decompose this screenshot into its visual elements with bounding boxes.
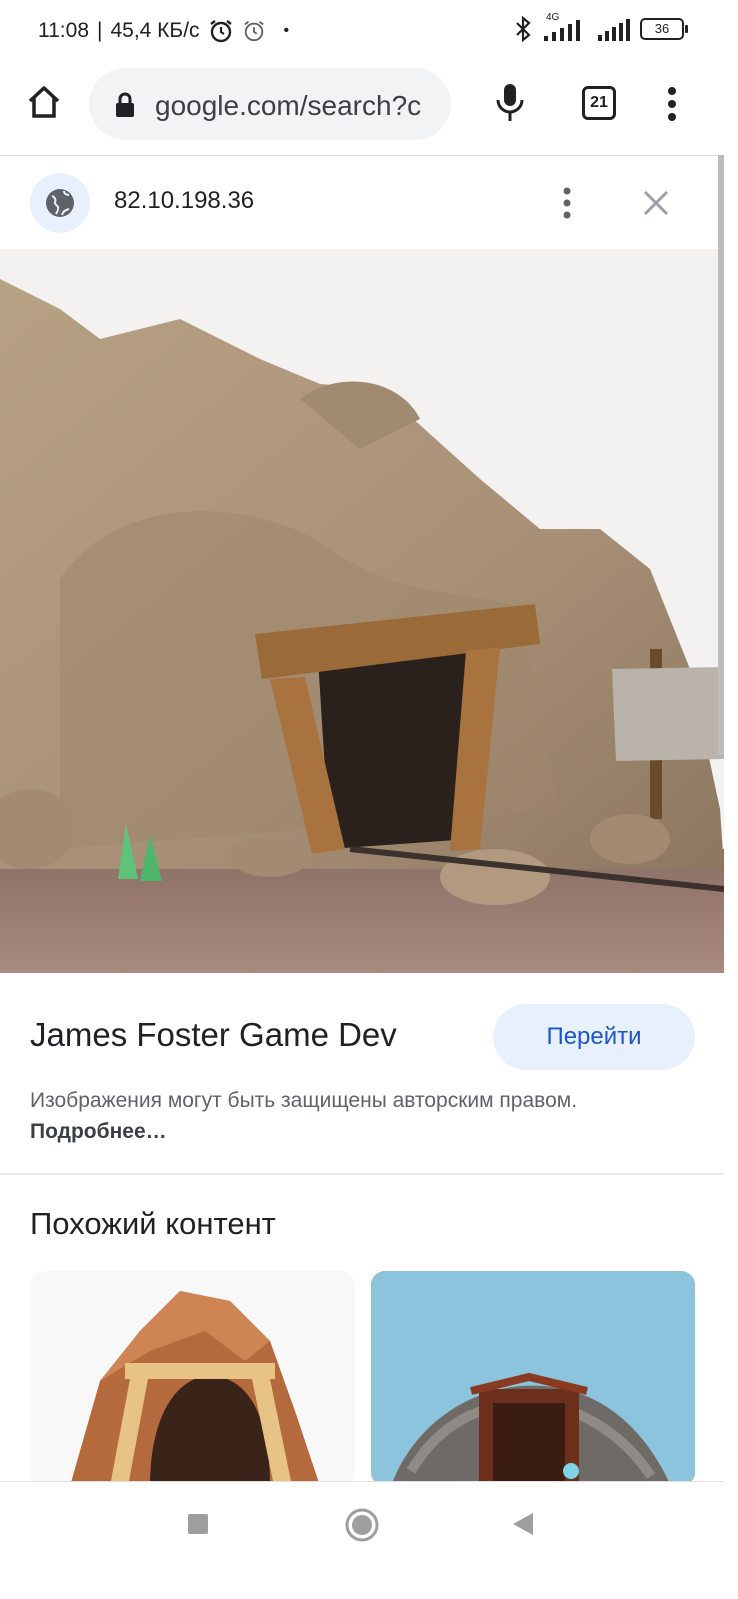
mine-entrance-image	[0, 249, 724, 973]
alarm-icon	[209, 20, 232, 43]
more-vert-icon[interactable]	[560, 186, 574, 220]
similar-thumbnail-1[interactable]	[30, 1271, 355, 1486]
home-icon[interactable]	[26, 84, 62, 120]
status-left: 11:08 | 45,4 КБ/с •	[38, 18, 289, 44]
site-globe[interactable]	[30, 173, 90, 233]
battery-level: 36	[654, 21, 670, 36]
mic-icon[interactable]	[494, 82, 526, 124]
globe-icon	[46, 189, 74, 217]
nav-home-icon[interactable]	[344, 1507, 380, 1543]
more-link[interactable]: Подробнее…	[30, 1120, 167, 1143]
nav-recents-icon[interactable]	[187, 1513, 209, 1535]
similar-title: Похожий контент	[30, 1206, 276, 1241]
status-separator: |	[97, 19, 103, 42]
more-vert-icon[interactable]	[664, 86, 680, 122]
status-right: 4G 36	[514, 12, 688, 42]
site-info-bar: 82.10.198.36	[0, 155, 718, 250]
battery-icon: 36	[640, 18, 688, 40]
close-icon[interactable]	[642, 189, 670, 217]
site-address: 82.10.198.36	[114, 187, 255, 214]
lock-icon	[116, 92, 134, 117]
alarm-outline-icon	[243, 21, 264, 42]
image-preview[interactable]	[0, 249, 724, 973]
nav-back-icon[interactable]	[511, 1511, 535, 1537]
url-text[interactable]: google.com/search?c	[155, 90, 437, 122]
copyright-notice: Изображения могут быть защищены авторски…	[30, 1085, 670, 1147]
tab-count: 21	[590, 94, 608, 111]
source-name: James Foster Game Dev	[30, 1016, 397, 1053]
visit-button[interactable]: Перейти	[493, 1004, 695, 1070]
copyright-text: Изображения могут быть защищены авторски…	[30, 1089, 578, 1112]
status-bar: 11:08 | 45,4 КБ/с • 4G 36	[0, 0, 724, 62]
signal-icon	[598, 19, 630, 41]
browser-toolbar: google.com/search?c 21	[0, 62, 724, 154]
status-time: 11:08	[38, 19, 89, 42]
bluetooth-icon	[516, 16, 531, 42]
signal-4g-icon: 4G	[542, 12, 586, 42]
address-bar[interactable]: google.com/search?c	[89, 68, 451, 140]
stone-mine-image	[371, 1271, 695, 1486]
tabs-button[interactable]: 21	[582, 86, 616, 120]
system-nav-bar	[0, 1481, 724, 1569]
scrollbar[interactable]	[718, 155, 724, 755]
status-dot: •	[283, 22, 290, 39]
similar-thumbnail-2[interactable]	[371, 1271, 695, 1486]
cartoon-mine-image	[70, 1291, 320, 1486]
divider	[0, 1173, 724, 1175]
status-speed: 45,4 КБ/с	[110, 19, 200, 42]
